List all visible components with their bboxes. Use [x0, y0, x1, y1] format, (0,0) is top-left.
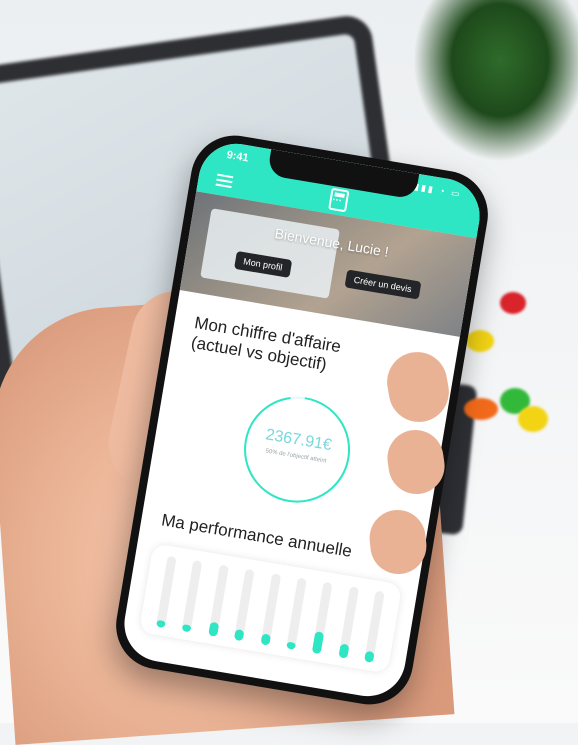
performance-bar [285, 577, 307, 650]
signal-wifi-battery-icon: ▮▮▮ ◔ ▭ [413, 181, 463, 200]
candy [466, 330, 494, 352]
performance-bar [233, 568, 255, 642]
performance-bars [155, 555, 385, 664]
candy [500, 292, 526, 314]
performance-bar [181, 560, 203, 633]
create-quote-button[interactable]: Créer un devis [344, 269, 421, 300]
calculator-icon [328, 187, 350, 213]
performance-bar-fill [181, 623, 192, 633]
performance-bar-fill [363, 650, 375, 664]
performance-bar [363, 590, 385, 664]
hamburger-menu-icon[interactable] [215, 171, 234, 191]
performance-bar-fill [337, 642, 350, 659]
performance-bar [337, 586, 359, 659]
performance-bar [259, 573, 281, 646]
candy [518, 406, 548, 432]
performance-bar-fill [285, 641, 297, 650]
candy [464, 398, 498, 420]
status-time: 9:41 [225, 149, 250, 165]
performance-bar-fill [207, 621, 220, 637]
performance-bar-fill [155, 619, 166, 629]
performance-bar-fill [311, 631, 325, 655]
profile-button[interactable]: Mon profil [234, 250, 292, 278]
performance-bar-fill [233, 629, 245, 642]
performance-bar [311, 581, 333, 655]
performance-bar [207, 564, 229, 637]
performance-bar [155, 555, 177, 629]
performance-bar-fill [259, 633, 271, 646]
revenue-progress-ring: 2367.91€ 50% de l'objectif atteint [233, 385, 362, 514]
